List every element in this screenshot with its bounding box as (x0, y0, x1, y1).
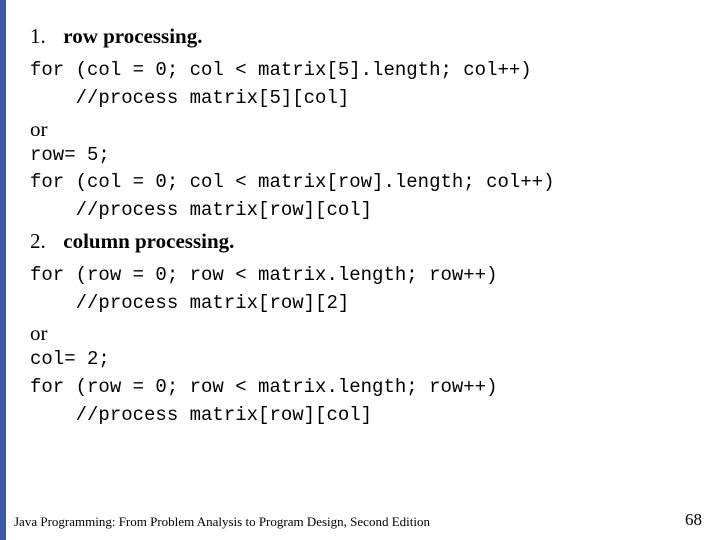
section-1-number: 1. (30, 24, 58, 49)
or-separator-1: or (30, 117, 690, 142)
section-2-title: column processing. (63, 229, 234, 253)
footer-text: Java Programming: From Problem Analysis … (14, 514, 430, 530)
section-2-heading: 2. column processing. (30, 229, 690, 254)
code-block-2: row= 5; for (col = 0; col < matrix[row].… (30, 144, 690, 223)
code-block-4: col= 2; for (row = 0; row < matrix.lengt… (30, 348, 690, 427)
code-line: for (row = 0; row < matrix.length; row++… (30, 264, 690, 288)
code-line: for (col = 0; col < matrix[row].length; … (30, 171, 690, 195)
code-line: for (col = 0; col < matrix[5].length; co… (30, 59, 690, 83)
section-2-number: 2. (30, 229, 58, 254)
code-line: for (row = 0; row < matrix.length; row++… (30, 376, 690, 400)
code-line: row= 5; (30, 144, 690, 168)
code-line: col= 2; (30, 348, 690, 372)
code-line: //process matrix[row][col] (30, 404, 690, 428)
section-1-title: row processing. (63, 24, 202, 48)
code-block-1: for (col = 0; col < matrix[5].length; co… (30, 59, 690, 111)
code-line: //process matrix[5][col] (30, 87, 690, 111)
left-accent-bar (0, 0, 6, 540)
or-separator-2: or (30, 321, 690, 346)
section-1-heading: 1. row processing. (30, 24, 690, 49)
code-line: //process matrix[row][2] (30, 292, 690, 316)
code-block-3: for (row = 0; row < matrix.length; row++… (30, 264, 690, 316)
page-number: 68 (685, 510, 702, 530)
code-line: //process matrix[row][col] (30, 199, 690, 223)
